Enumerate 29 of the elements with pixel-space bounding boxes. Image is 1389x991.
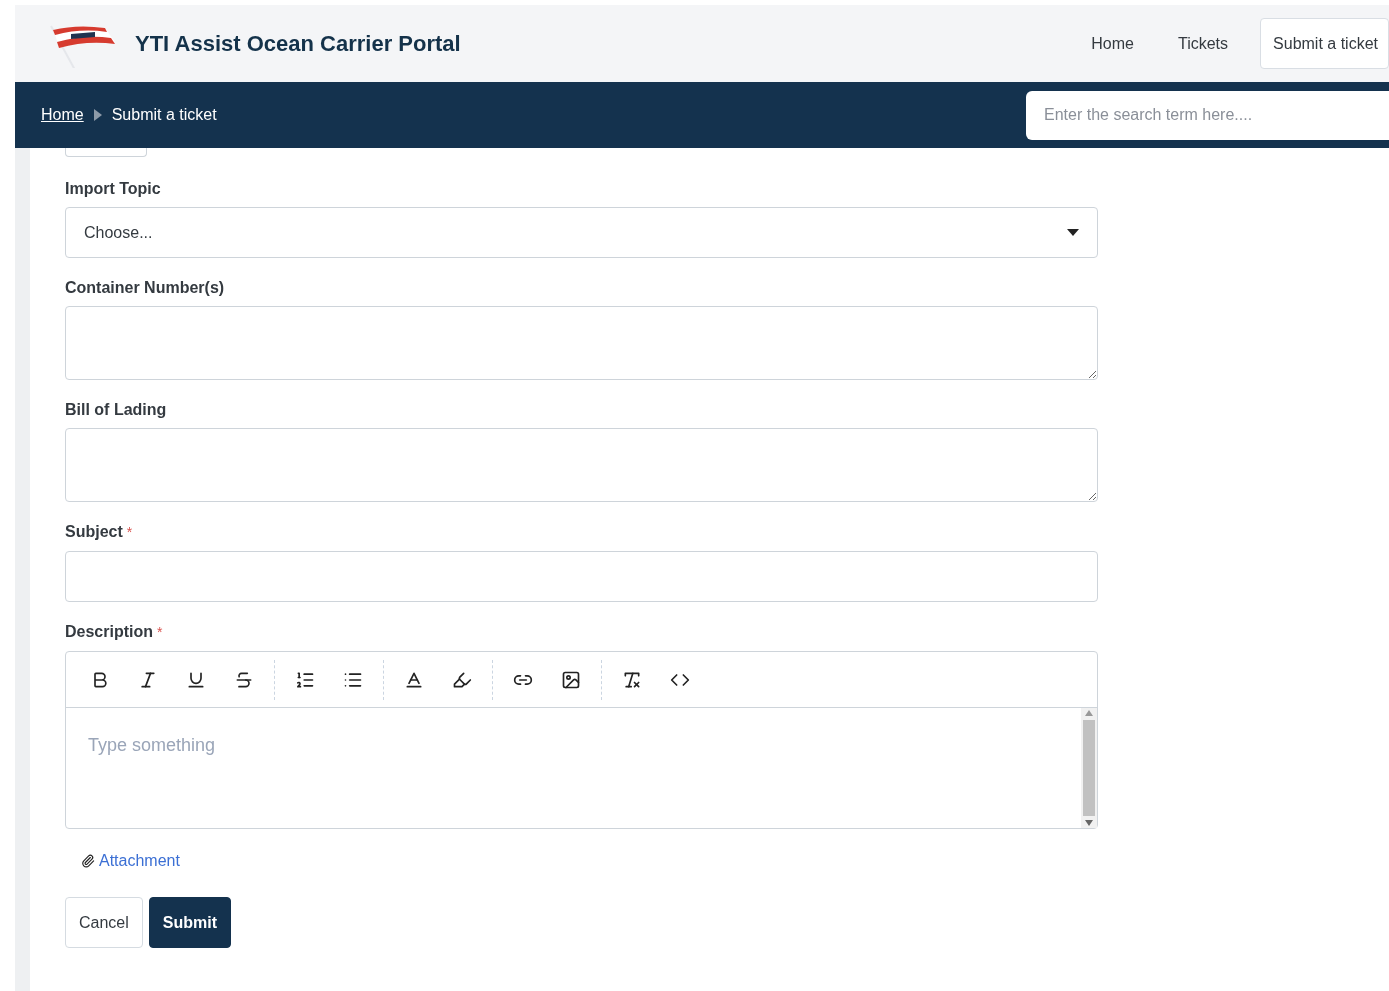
- breadcrumb-current: Submit a ticket: [111, 105, 217, 125]
- required-asterisk: *: [157, 623, 163, 642]
- paperclip-icon: [81, 854, 95, 868]
- breadcrumb-link[interactable]: Home: [41, 103, 84, 127]
- image-icon: [561, 669, 581, 690]
- dropdown-caret-icon: [1067, 229, 1079, 236]
- input-field[interactable]: [65, 551, 1098, 602]
- search-input[interactable]: Enter the search term here....: [1044, 103, 1371, 127]
- search-field[interactable]: Enter the search term here....: [1026, 90, 1389, 140]
- highlighter-icon: [452, 669, 472, 690]
- field-label: Subject: [65, 522, 123, 542]
- italic-icon: [138, 669, 158, 690]
- scroll-down-icon[interactable]: [1085, 820, 1093, 826]
- field-label: Import Topic: [65, 179, 161, 199]
- portal-title: YTI Assist Ocean Carrier Portal: [135, 30, 461, 58]
- field-label: Bill of Lading: [65, 400, 167, 420]
- submit-button[interactable]: Submit: [148, 897, 232, 948]
- editor-placeholder: Type something: [87, 734, 217, 757]
- cancel-button[interactable]: Cancel: [65, 897, 143, 948]
- nav-link[interactable]: Tickets: [1166, 31, 1241, 56]
- breadcrumb-arrow-icon: [93, 109, 102, 121]
- required-asterisk: *: [126, 523, 133, 542]
- field-label: Container Number(s): [65, 278, 225, 298]
- nav-link[interactable]: Home: [1079, 31, 1146, 56]
- attachment-link[interactable]: Attachment: [81, 849, 1098, 873]
- scrollbar-thumb[interactable]: [1083, 720, 1095, 816]
- topic-select[interactable]: Choose...: [65, 207, 1098, 258]
- nav-link[interactable]: Submit a ticket: [1260, 18, 1389, 69]
- field-label: Description: [65, 622, 153, 642]
